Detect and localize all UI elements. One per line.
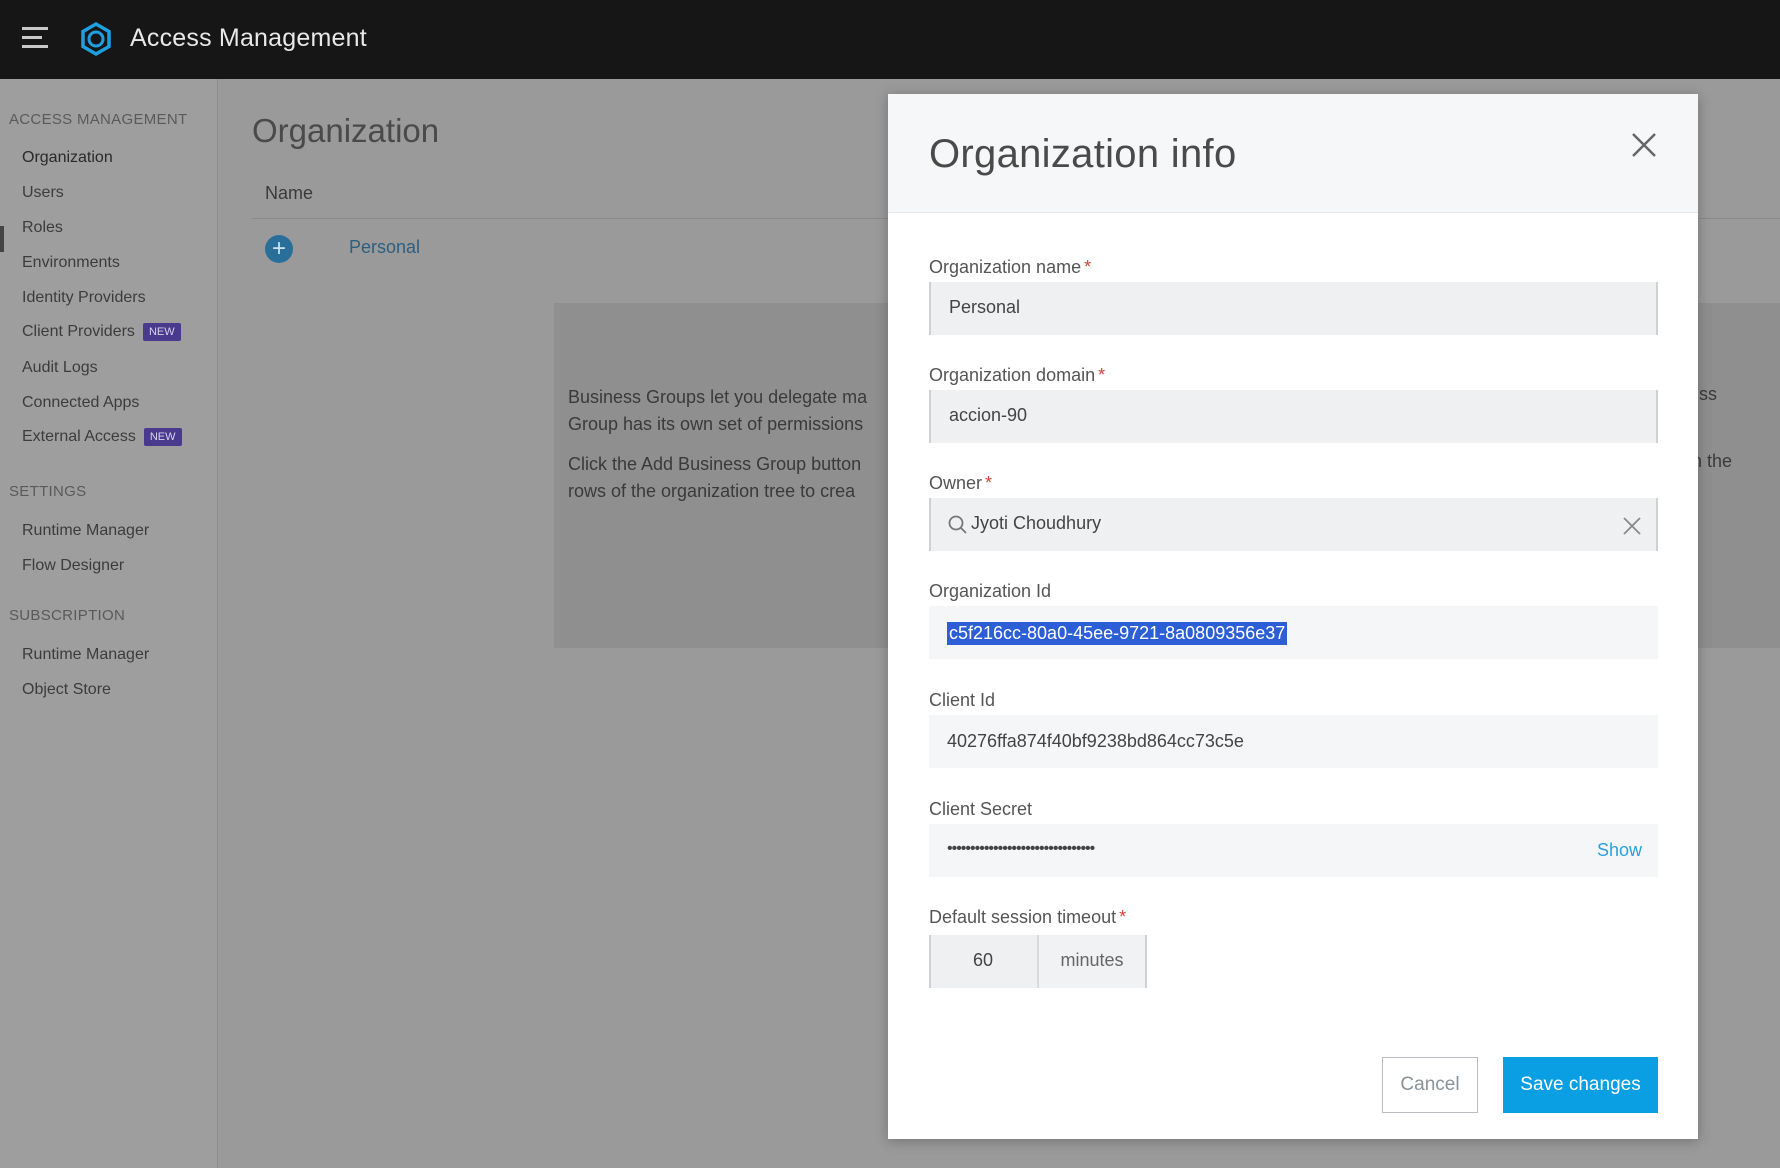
- client-secret-field[interactable]: •••••••••••••••••••••••••••••••• Show: [929, 824, 1658, 877]
- owner-field[interactable]: [929, 498, 1658, 551]
- label-text: Owner: [929, 473, 983, 493]
- required-marker: *: [1084, 257, 1092, 277]
- sidebar-item-audit-logs[interactable]: Audit Logs: [22, 359, 98, 377]
- sidebar-item-label: Client Providers: [22, 323, 135, 340]
- sidebar-item-label: Connected Apps: [22, 394, 140, 411]
- app-title: Access Management: [130, 24, 367, 52]
- sidebar-item-runtime-manager[interactable]: Runtime Manager: [22, 522, 149, 540]
- client-id-field[interactable]: 40276ffa874f40bf9238bd864cc73c5e: [929, 715, 1658, 768]
- session-timeout-input[interactable]: [931, 950, 1035, 971]
- sidebar-item-label: External Access: [22, 428, 136, 445]
- top-bar: Access Management: [0, 0, 1780, 79]
- org-id-label: Organization Id: [929, 581, 1052, 601]
- modal-title: Organization info: [929, 132, 1237, 176]
- modal-header: Organization info: [888, 94, 1698, 213]
- sidebar-item-object-store[interactable]: Object Store: [22, 681, 111, 699]
- sidebar-section-settings: SETTINGS: [9, 483, 87, 500]
- org-id-field[interactable]: c5f216cc-80a0-45ee-9721-8a0809356e37: [929, 606, 1658, 659]
- sidebar-item-label: Flow Designer: [22, 557, 125, 574]
- info-text-line: Business Groups let you delegate ma: [568, 387, 868, 407]
- org-name-input[interactable]: [949, 297, 1629, 318]
- organization-info-modal: Organization info Organization name* Org…: [888, 94, 1698, 1139]
- sidebar-item-label: Runtime Manager: [22, 646, 150, 663]
- clear-icon[interactable]: [1621, 515, 1643, 537]
- new-badge: NEW: [142, 323, 181, 341]
- search-icon: [948, 515, 967, 534]
- sidebar-item-subscription-runtime-manager[interactable]: Runtime Manager: [22, 646, 149, 664]
- session-timeout-field[interactable]: [929, 935, 1037, 988]
- org-row-personal[interactable]: Personal: [349, 237, 420, 258]
- org-domain-input[interactable]: [949, 405, 1629, 426]
- required-marker: *: [985, 473, 993, 493]
- required-marker: *: [1119, 907, 1127, 927]
- sidebar-item-label: Environments: [22, 254, 120, 271]
- sidebar-item-roles[interactable]: Roles: [22, 219, 63, 237]
- sidebar-item-organization[interactable]: Organization: [22, 149, 113, 167]
- cancel-button[interactable]: Cancel: [1382, 1057, 1478, 1113]
- required-marker: *: [1098, 365, 1106, 385]
- sidebar-item-label: Roles: [22, 219, 63, 236]
- client-secret-value: ••••••••••••••••••••••••••••••••: [947, 840, 1095, 857]
- sidebar-item-label: Runtime Manager: [22, 522, 150, 539]
- hamburger-menu-icon[interactable]: [22, 27, 48, 51]
- info-text-line: Group has its own set of permissions: [568, 414, 864, 434]
- show-secret-link[interactable]: Show: [1597, 840, 1642, 861]
- active-indicator: [0, 226, 4, 252]
- sidebar: ACCESS MANAGEMENT Organization Users Rol…: [0, 79, 218, 1168]
- column-header-name: Name: [265, 183, 314, 203]
- label-text: Default session timeout: [929, 907, 1117, 927]
- add-business-group-icon[interactable]: +: [265, 235, 293, 263]
- sidebar-item-label: Audit Logs: [22, 359, 98, 376]
- sidebar-item-external-access[interactable]: External Access NEW: [22, 428, 182, 446]
- client-secret-label: Client Secret: [929, 799, 1033, 819]
- client-id-value[interactable]: 40276ffa874f40bf9238bd864cc73c5e: [947, 731, 1244, 752]
- org-domain-label: Organization domain *: [929, 365, 1105, 386]
- save-changes-button[interactable]: Save changes: [1503, 1057, 1658, 1113]
- info-text-fragment: ss: [1699, 384, 1717, 404]
- info-text-line: rows of the organization tree to crea: [568, 481, 856, 501]
- org-domain-field[interactable]: [929, 390, 1658, 443]
- sidebar-item-environments[interactable]: Environments: [22, 254, 120, 272]
- access-management-logo-icon: [81, 21, 111, 57]
- sidebar-item-connected-apps[interactable]: Connected Apps: [22, 394, 139, 412]
- new-badge: NEW: [143, 428, 182, 446]
- client-id-label: Client Id: [929, 690, 996, 710]
- sidebar-item-label: Object Store: [22, 681, 111, 698]
- unit-text: minutes: [1060, 950, 1124, 970]
- sidebar-item-flow-designer[interactable]: Flow Designer: [22, 557, 124, 575]
- close-icon[interactable]: [1628, 129, 1660, 161]
- sidebar-item-label: Organization: [22, 149, 113, 166]
- sidebar-item-client-providers[interactable]: Client Providers NEW: [22, 323, 181, 341]
- session-timeout-unit: minutes: [1037, 935, 1147, 988]
- sidebar-item-label: Identity Providers: [22, 289, 146, 306]
- sidebar-section-access-management: ACCESS MANAGEMENT: [9, 111, 188, 128]
- org-id-value[interactable]: c5f216cc-80a0-45ee-9721-8a0809356e37: [947, 622, 1288, 645]
- info-text-line: Click the Add Business Group button: [568, 454, 862, 474]
- label-text: Organization domain: [929, 365, 1096, 385]
- session-timeout-label: Default session timeout *: [929, 907, 1126, 928]
- sidebar-item-identity-providers[interactable]: Identity Providers: [22, 289, 146, 307]
- sidebar-section-subscription: SUBSCRIPTION: [9, 607, 126, 624]
- label-text: Organization name: [929, 257, 1082, 277]
- page-title: Organization: [252, 112, 440, 149]
- sidebar-item-label: Users: [22, 184, 64, 201]
- org-name-label: Organization name *: [929, 257, 1091, 278]
- owner-label: Owner *: [929, 473, 992, 494]
- org-name-field[interactable]: [929, 282, 1658, 335]
- owner-input[interactable]: [971, 513, 1591, 534]
- info-text-fragment: n the: [1692, 451, 1733, 471]
- sidebar-item-users[interactable]: Users: [22, 184, 64, 202]
